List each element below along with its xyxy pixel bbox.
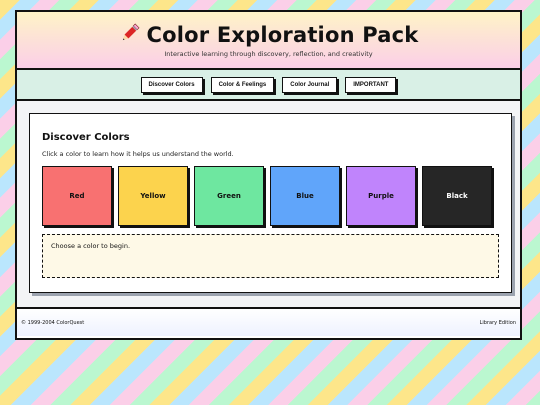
app-window: Color Exploration Pack Interactive learn… [15, 10, 522, 340]
nav-color-feelings-button[interactable]: Color & Feelings [210, 76, 275, 93]
color-swatch-yellow[interactable]: Yellow [118, 166, 188, 226]
section-title: Discover Colors [42, 132, 130, 143]
pencil-icon [119, 22, 141, 48]
color-swatch-purple[interactable]: Purple [346, 166, 416, 226]
nav-discover-colors-button[interactable]: Discover Colors [140, 76, 203, 93]
page-footer: © 1999-2004 ColorQuest Library Edition [17, 309, 520, 336]
discover-card: Discover Colors Click a color to learn h… [29, 113, 512, 293]
copyright-text: © 1999-2004 ColorQuest [21, 319, 85, 326]
color-swatch-red[interactable]: Red [42, 166, 112, 226]
page-subtitle: Interactive learning through discovery, … [164, 50, 373, 58]
color-swatch-blue[interactable]: Blue [270, 166, 340, 226]
nav-bar: Discover Colors Color & Feelings Color J… [17, 70, 520, 101]
section-description: Click a color to learn how it helps us u… [42, 150, 234, 158]
nav-important-button[interactable]: IMPORTANT [345, 76, 397, 93]
main-area: Discover Colors Click a color to learn h… [17, 101, 520, 309]
color-swatch-green[interactable]: Green [194, 166, 264, 226]
color-swatches: Red Yellow Green Blue Purple Black [42, 166, 499, 226]
page-title: Color Exploration Pack [146, 23, 419, 47]
page-header: Color Exploration Pack Interactive learn… [17, 12, 520, 70]
color-info-box: Choose a color to begin. [42, 234, 499, 278]
title-row: Color Exploration Pack [17, 22, 520, 48]
nav-color-journal-button[interactable]: Color Journal [282, 76, 338, 93]
edition-text: Library Edition [479, 319, 516, 326]
color-swatch-black[interactable]: Black [422, 166, 492, 226]
